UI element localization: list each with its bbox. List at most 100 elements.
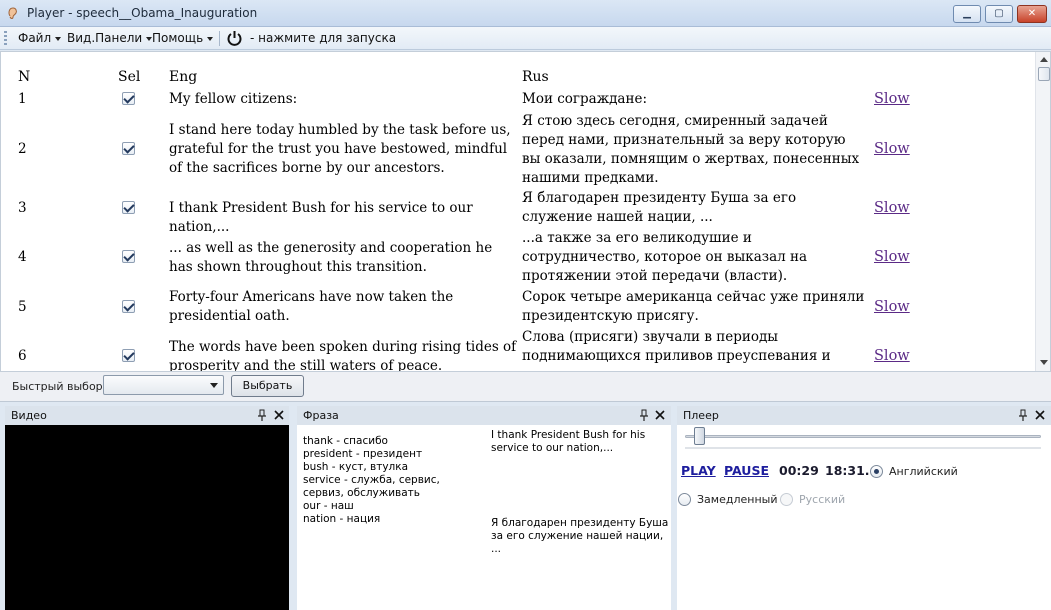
current-time: 00:29	[779, 463, 819, 478]
video-panel: Видео	[5, 406, 289, 610]
row-english: I thank President Bush for his service t…	[169, 200, 473, 235]
chevron-down-icon	[210, 383, 218, 388]
player-panel-title: Плеер	[683, 409, 719, 422]
power-icon[interactable]	[225, 29, 244, 48]
slow-link[interactable]: Slow	[874, 347, 910, 366]
video-panel-title: Видео	[11, 409, 47, 422]
radio-slow-label[interactable]: Замедленный	[697, 493, 777, 506]
dropdown-arrow-icon	[55, 37, 62, 41]
row-russian: Сорок четыре американца сейчас уже приня…	[522, 289, 865, 324]
quick-select-label: Быстрый выбор	[12, 380, 103, 393]
row-number: 1	[18, 91, 27, 107]
row-select-checkbox[interactable]	[122, 349, 135, 362]
menu-file[interactable]: Файл	[18, 30, 62, 47]
row-english: I stand here today humbled by the task b…	[169, 122, 511, 176]
row-number: 4	[18, 249, 27, 265]
scroll-up-icon[interactable]	[1040, 57, 1048, 62]
player-panel: Плеер PLAY PAUSE 00:29 18:31. Английский…	[677, 406, 1051, 610]
pin-icon[interactable]	[257, 409, 267, 422]
row-number: 6	[18, 348, 27, 364]
row-english: The words have been spoken during rising…	[169, 339, 517, 372]
column-header-eng[interactable]: Eng	[169, 69, 197, 85]
play-button[interactable]: PLAY	[681, 463, 716, 478]
row-russian: Я стою здесь сегодня, смиренный задачей …	[522, 113, 860, 186]
pause-button[interactable]: PAUSE	[724, 463, 769, 478]
slider-tick-track	[685, 447, 1041, 449]
window-title: Player - speech__Obama_Inauguration	[27, 6, 258, 20]
dictionary-entry: president - президент	[303, 448, 423, 460]
menu-separator	[219, 31, 220, 46]
phrase-panel: Фраза thank - спасибо president - презид…	[297, 406, 671, 610]
title-bar: Player - speech__Obama_Inauguration ▁ ▢ …	[0, 0, 1051, 27]
row-select-checkbox[interactable]	[122, 142, 135, 155]
row-number: 3	[18, 200, 27, 216]
radio-english[interactable]	[870, 465, 883, 478]
choose-button[interactable]: Выбрать	[231, 375, 304, 397]
row-russian: Слова (присяги) звучали в периоды подним…	[522, 329, 831, 364]
slow-link[interactable]: Slow	[874, 90, 910, 109]
position-slider[interactable]	[685, 435, 1041, 438]
ear-icon	[8, 7, 17, 19]
close-window-button[interactable]: ✕	[1017, 5, 1047, 23]
total-time: 18:31.	[825, 463, 870, 478]
slow-link[interactable]: Slow	[874, 298, 910, 317]
radio-slow[interactable]	[678, 493, 691, 506]
row-russian: Мои сограждане:	[522, 91, 648, 107]
menu-file-label: Файл	[18, 31, 52, 45]
row-russian: ...а также за его великодушие и сотрудни…	[522, 230, 808, 284]
quick-select-dropdown[interactable]	[103, 375, 224, 395]
menu-help[interactable]: Помощь	[152, 30, 214, 47]
row-russian: Я благодарен президенту Буша за его служ…	[522, 190, 797, 225]
row-english: My fellow citizens:	[169, 91, 298, 107]
dictionary-entry: nation - нация	[303, 513, 381, 525]
row-select-checkbox[interactable]	[122, 250, 135, 263]
slow-link[interactable]: Slow	[874, 199, 910, 218]
column-header-sel[interactable]: Sel	[118, 69, 140, 85]
row-number: 2	[18, 141, 27, 157]
row-number: 5	[18, 299, 27, 315]
menu-help-label: Помощь	[152, 31, 204, 45]
start-hint: - нажмите для запуска	[250, 31, 397, 45]
row-english: Forty-four Americans have now taken the …	[169, 289, 454, 324]
phrase-english: I thank President Bush for his service t…	[491, 429, 646, 454]
dictionary-entry: bush - куст, втулка	[303, 461, 409, 473]
scroll-thumb[interactable]	[1038, 67, 1050, 81]
column-header-rus[interactable]: Rus	[522, 69, 549, 85]
dropdown-arrow-icon	[207, 37, 214, 41]
slow-link[interactable]: Slow	[874, 140, 910, 159]
radio-russian	[780, 493, 793, 506]
row-select-checkbox[interactable]	[122, 300, 135, 313]
maximize-button[interactable]: ▢	[985, 5, 1013, 23]
minimize-button[interactable]: ▁	[953, 5, 981, 23]
position-slider-thumb[interactable]	[694, 427, 706, 445]
phrase-russian: Я благодарен президенту Буша за его служ…	[491, 517, 669, 555]
pin-icon[interactable]	[1018, 409, 1028, 422]
dictionary-list: thank - спасибо president - президент bu…	[303, 435, 483, 526]
row-select-checkbox[interactable]	[122, 201, 135, 214]
menu-view-panels[interactable]: Вид.Панели	[67, 30, 153, 47]
dictionary-entry: thank - спасибо	[303, 435, 388, 447]
vertical-scrollbar[interactable]	[1035, 52, 1050, 371]
close-icon[interactable]	[1034, 409, 1046, 421]
scroll-down-icon[interactable]	[1040, 360, 1048, 365]
pin-icon[interactable]	[639, 409, 649, 422]
video-screen[interactable]	[5, 425, 289, 610]
row-select-checkbox[interactable]	[122, 92, 135, 105]
phrase-grid: N Sel Eng Rus 1 My fellow citizens: Мои …	[0, 51, 1051, 372]
phrase-panel-title: Фраза	[303, 409, 339, 422]
toolbar-grip[interactable]	[4, 31, 7, 46]
close-icon[interactable]	[273, 409, 285, 421]
column-header-n[interactable]: N	[18, 69, 30, 85]
close-icon[interactable]	[654, 409, 666, 421]
phrase-body: thank - спасибо president - президент bu…	[297, 425, 671, 610]
menu-view-panels-label: Вид.Панели	[67, 31, 143, 45]
player-panel-header: Плеер	[677, 406, 1051, 425]
row-english: ... as well as the generosity and cooper…	[169, 240, 493, 275]
menu-bar: Файл Вид.Панели Помощь - нажмите для зап…	[0, 27, 1051, 50]
radio-russian-label: Русский	[799, 493, 846, 506]
video-panel-header: Видео	[5, 406, 289, 425]
phrase-panel-header: Фраза	[297, 406, 671, 425]
slow-link[interactable]: Slow	[874, 248, 910, 267]
radio-english-label[interactable]: Английский	[889, 465, 958, 478]
dictionary-entry: our - наш	[303, 500, 354, 512]
